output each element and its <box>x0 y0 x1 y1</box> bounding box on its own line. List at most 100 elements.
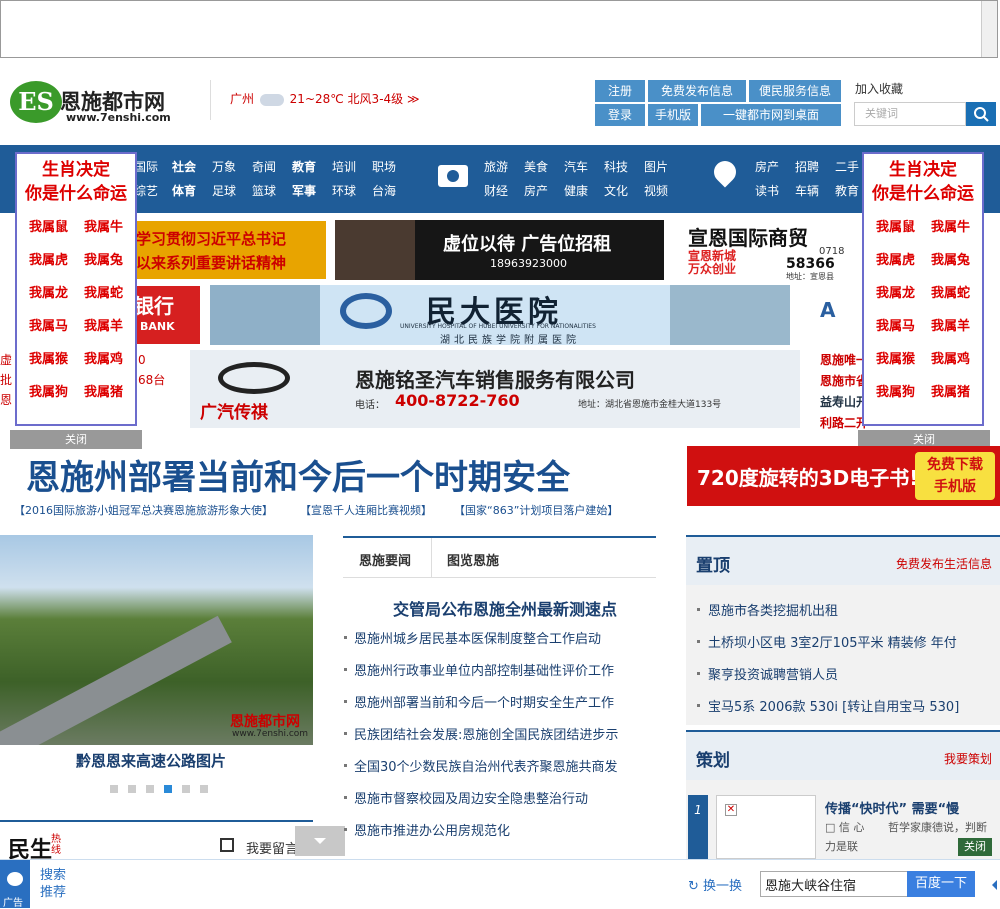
add-favorite-link[interactable]: 加入收藏 <box>855 80 903 97</box>
zodiac-item[interactable]: 我属牛 <box>923 216 978 235</box>
zodiac-item[interactable]: 我属羊 <box>76 315 131 334</box>
nav-link[interactable]: 招聘 <box>795 158 835 175</box>
zodiac-item[interactable]: 我属鼠 <box>21 216 76 235</box>
plan-headline[interactable]: 传播“快时代” 需要“慢 <box>825 798 959 817</box>
nav-link[interactable]: 军事 <box>292 182 332 199</box>
zodiac-item[interactable]: 我属鼠 <box>868 216 923 235</box>
nav-link[interactable]: 视频 <box>644 182 684 199</box>
ebook-ad[interactable]: 720度旋转的3D电子书! 免费下载 手机版 <box>687 446 1000 506</box>
hospital-ad[interactable]: 民大医院 UNIVERSITY HOSPITAL OF HUBEI UNIVER… <box>210 285 790 345</box>
baidu-search-input[interactable]: 恩施大峡谷住宿 <box>760 871 908 897</box>
nav-link[interactable]: 足球 <box>212 182 252 199</box>
baidu-logo[interactable]: 广告 <box>0 860 30 909</box>
baidu-search-button[interactable]: 百度一下 <box>907 871 975 897</box>
nav-link[interactable]: 读书 <box>755 182 795 199</box>
tab-enshi-photos[interactable]: 图览恩施 <box>447 550 499 569</box>
zodiac-item[interactable]: 我属虎 <box>868 249 923 268</box>
zodiac-item[interactable]: 我属蛇 <box>923 282 978 301</box>
refresh-button[interactable]: ↻ 换一换 <box>688 875 742 894</box>
news-item[interactable]: 民族团结社会发展:恩施创全国民族团结进步示 <box>343 724 618 743</box>
nav-link[interactable]: 财经 <box>484 182 524 199</box>
slide-dot[interactable] <box>110 785 118 793</box>
news-item[interactable]: 恩施州城乡居民基本医保制度整合工作启动 <box>343 628 601 647</box>
plan-image[interactable]: ✕ <box>716 795 816 859</box>
search-input[interactable]: 关键词 <box>854 102 966 126</box>
site-logo-badge[interactable]: ES <box>10 81 62 123</box>
trade-center-ad[interactable]: 宣恩国际商贸 宣恩新城 万众创业 0718 58366 地址：宣恩县 <box>684 220 859 280</box>
download-badge[interactable]: 免费下载 手机版 <box>915 452 995 500</box>
zodiac-item[interactable]: 我属马 <box>21 315 76 334</box>
scrollbar[interactable] <box>981 1 997 57</box>
nav-link[interactable]: 图片 <box>644 158 684 175</box>
leave-message-link[interactable]: 我要留言 <box>246 838 298 857</box>
arrow-left-icon[interactable] <box>992 880 997 890</box>
zodiac-item[interactable]: 我属蛇 <box>76 282 131 301</box>
nav-link[interactable]: 奇闻 <box>252 158 292 175</box>
nav-link[interactable]: 培训 <box>332 158 372 175</box>
nav-link[interactable]: 文化 <box>604 182 644 199</box>
nav-link[interactable]: 职场 <box>372 158 412 175</box>
nav-link[interactable]: 教育 <box>292 158 332 175</box>
zodiac-item[interactable]: 我属虎 <box>21 249 76 268</box>
top-news-link[interactable]: 交管局公布恩施全州最新测速点 <box>393 596 617 620</box>
close-float-ad-left[interactable]: 关闭 <box>10 430 142 449</box>
news-item[interactable]: 全国30个少数民族自治州代表齐聚恩施共商发 <box>344 756 618 775</box>
pinned-item[interactable]: 土桥坝小区电 3室2厅105平米 精装修 年付 <box>697 632 957 651</box>
collapse-button[interactable] <box>295 826 345 856</box>
slide-dot-active[interactable] <box>164 785 172 793</box>
nav-link[interactable]: 科技 <box>604 158 644 175</box>
zodiac-float-ad-right[interactable]: 生肖决定 你是什么命运 我属鼠 我属牛 我属虎 我属兔 我属龙 我属蛇 我属马 我属羊 我… <box>862 152 984 426</box>
slideshow-image[interactable]: 恩施都市网 www.7enshi.com <box>0 535 313 745</box>
nav-link[interactable]: 房产 <box>755 158 795 175</box>
nav-link[interactable]: 车辆 <box>795 182 835 199</box>
car-dealer-ad[interactable]: 广汽传祺 恩施铭圣汽车销售服务有限公司 电话： 400-8722-760 地址：… <box>190 350 800 428</box>
study-banner-ad[interactable]: 学习贯彻习近平总书记 以来系列重要讲话精神 <box>130 221 326 279</box>
slide-dot[interactable] <box>200 785 208 793</box>
nav-link[interactable]: 健康 <box>564 182 604 199</box>
mobile-button[interactable]: 手机版 <box>648 104 698 126</box>
publish-free-button[interactable]: 免费发布信息 <box>648 80 746 102</box>
nav-link[interactable]: 环球 <box>332 182 372 199</box>
zodiac-item[interactable]: 我属龙 <box>868 282 923 301</box>
pinned-item[interactable]: 聚亨投资诚聘营销人员 <box>696 664 838 683</box>
desktop-shortcut-button[interactable]: 一键都市网到桌面 <box>701 104 841 126</box>
nav-link[interactable]: 房产 <box>524 182 564 199</box>
zodiac-item[interactable]: 我属猴 <box>21 348 76 367</box>
login-button[interactable]: 登录 <box>595 104 645 126</box>
news-item[interactable]: 恩施州行政事业单位内部控制基础性评价工作 <box>343 660 614 679</box>
headline-link[interactable]: 恩施州部署当前和今后一个时期安全 <box>26 450 570 499</box>
nav-link[interactable]: 旅游 <box>484 158 524 175</box>
zodiac-item[interactable]: 我属牛 <box>76 216 131 235</box>
zodiac-item[interactable]: 我属龙 <box>21 282 76 301</box>
plan-link[interactable]: 我要策划 <box>944 750 992 767</box>
zodiac-item[interactable]: 我属狗 <box>868 381 923 400</box>
sub-headline-link[interactable]: 【宣恩千人连厢比赛视频】 <box>300 502 432 518</box>
zodiac-item[interactable]: 我属羊 <box>923 315 978 334</box>
plan-close-button[interactable]: 关闭 <box>958 838 992 856</box>
zodiac-item[interactable]: 我属鸡 <box>923 348 978 367</box>
nav-link[interactable]: 体育 <box>172 182 212 199</box>
sub-headline-link[interactable]: 【2016国际旅游小姐冠军总决赛恩施旅游形象大使】 <box>14 502 273 518</box>
nav-link[interactable]: 汽车 <box>564 158 604 175</box>
bank-ad[interactable]: 银行 BANK <box>130 286 200 344</box>
sub-headline-link[interactable]: 【国家“863”计划项目落户建始】 <box>454 502 618 518</box>
weather-widget[interactable]: 广州 21~28℃ 北风3-4级 ≫ <box>230 90 420 107</box>
tab-enshi-news[interactable]: 恩施要闻 <box>359 550 411 569</box>
publish-life-info-link[interactable]: 免费发布生活信息 <box>896 555 992 572</box>
zodiac-item[interactable]: 我属马 <box>868 315 923 334</box>
zodiac-item[interactable]: 我属猪 <box>76 381 131 400</box>
nav-link[interactable]: 社会 <box>172 158 212 175</box>
news-item[interactable]: 恩施市推进办公用房规范化 <box>343 820 510 839</box>
nav-link[interactable]: 综艺 <box>134 182 172 199</box>
nav-link[interactable]: 美食 <box>524 158 564 175</box>
zodiac-item[interactable]: 我属狗 <box>21 381 76 400</box>
search-button[interactable] <box>966 102 996 126</box>
nav-link[interactable]: 台海 <box>372 182 412 199</box>
register-button[interactable]: 注册 <box>595 80 645 102</box>
zodiac-item[interactable]: 我属猴 <box>868 348 923 367</box>
pinned-item[interactable]: 宝马5系 2006款 530i [转让自用宝马 530] <box>696 696 959 715</box>
slide-dot[interactable] <box>146 785 154 793</box>
zodiac-item[interactable]: 我属兔 <box>923 249 978 268</box>
zodiac-float-ad-left[interactable]: 生肖决定 你是什么命运 我属鼠 我属牛 我属虎 我属兔 我属龙 我属蛇 我属马 我属羊 我… <box>15 152 137 426</box>
pinned-item[interactable]: 恩施市各类挖掘机出租 <box>696 600 838 619</box>
